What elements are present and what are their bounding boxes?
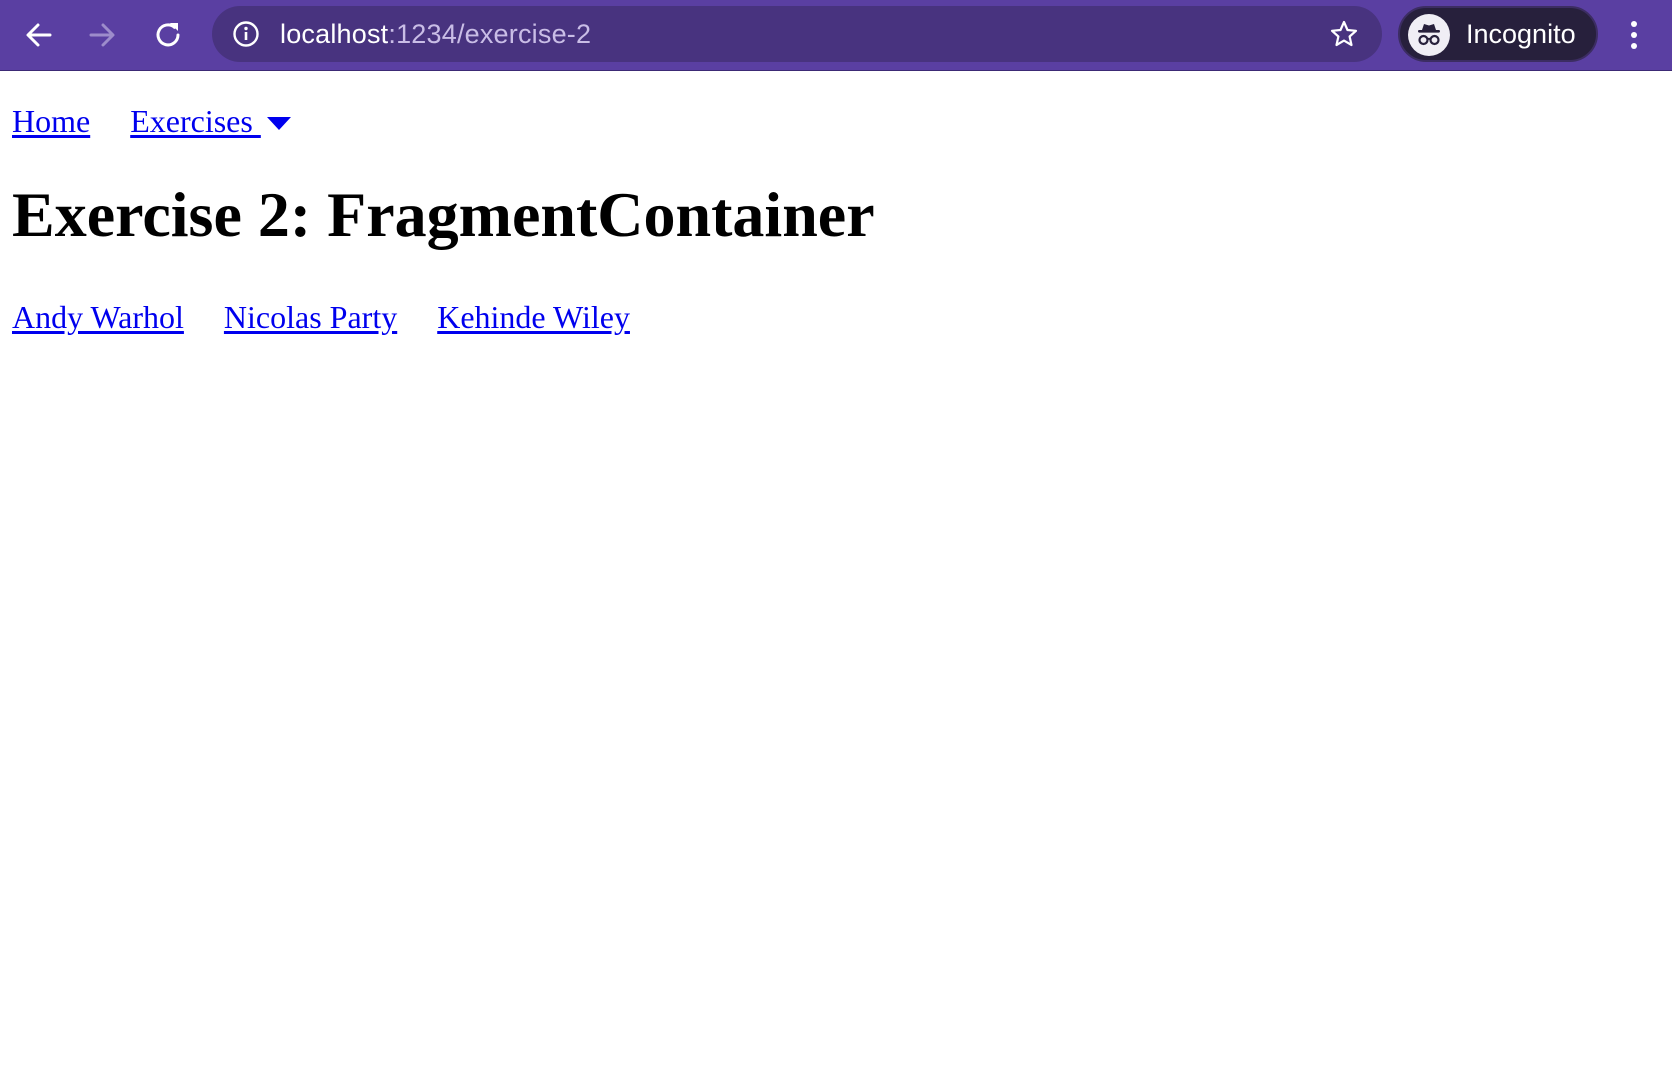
incognito-icon	[1408, 14, 1450, 56]
browser-window: localhost:1234/exercise-2 Incognito Home…	[0, 0, 1672, 1078]
arrow-left-icon	[26, 23, 52, 47]
forward-button[interactable]	[79, 12, 125, 58]
page-title: Exercise 2: FragmentContainer	[12, 179, 875, 250]
star-icon[interactable]	[1329, 19, 1359, 49]
nav-exercises-label: Exercises	[130, 102, 261, 139]
address-bar[interactable]: localhost:1234/exercise-2	[212, 6, 1382, 62]
arrow-right-icon	[89, 23, 115, 47]
incognito-profile-button[interactable]: Incognito	[1398, 6, 1598, 62]
url-path: :1234/exercise-2	[388, 19, 592, 49]
browser-toolbar: localhost:1234/exercise-2 Incognito	[0, 0, 1672, 71]
page-content: Home Exercises Exercise 2: FragmentConta…	[0, 71, 1672, 1078]
back-button[interactable]	[16, 12, 62, 58]
url-host: localhost	[280, 19, 389, 49]
info-icon[interactable]	[232, 20, 260, 48]
url-text[interactable]: localhost:1234/exercise-2	[280, 6, 591, 62]
nav-home-link[interactable]: Home	[12, 103, 90, 140]
artist-link-kehinde-wiley[interactable]: Kehinde Wiley	[437, 299, 630, 336]
reload-icon	[156, 23, 180, 47]
top-navigation: Home Exercises	[12, 101, 291, 141]
reload-button[interactable]	[145, 12, 191, 58]
incognito-label: Incognito	[1466, 19, 1576, 49]
artist-link-andy-warhol[interactable]: Andy Warhol	[12, 299, 184, 336]
kebab-menu-icon	[1631, 21, 1637, 49]
caret-down-icon	[266, 116, 291, 130]
nav-exercises-dropdown[interactable]: Exercises	[130, 103, 291, 140]
browser-menu-button[interactable]	[1614, 12, 1654, 58]
artist-links: Andy Warhol Nicolas Party Kehinde Wiley	[12, 299, 670, 336]
artist-link-nicolas-party[interactable]: Nicolas Party	[224, 299, 397, 336]
